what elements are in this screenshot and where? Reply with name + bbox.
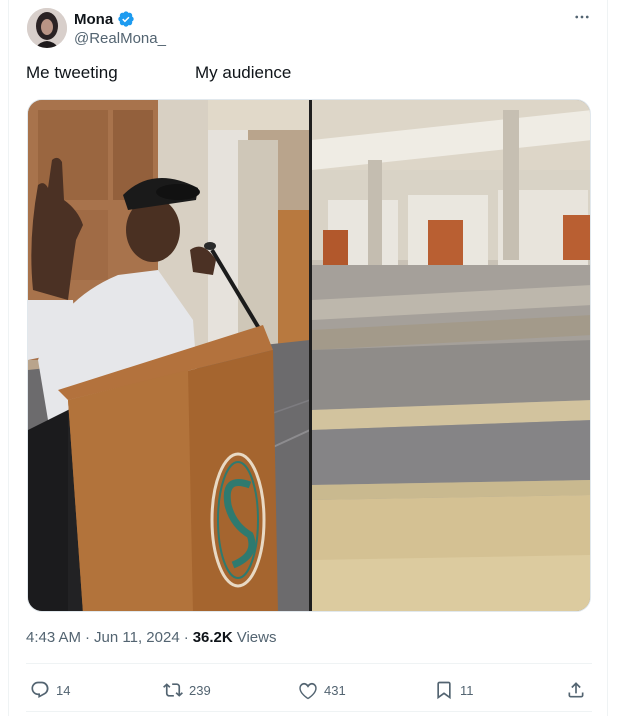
heart-icon: [299, 682, 317, 700]
verified-badge-icon: [117, 10, 135, 28]
left-photo-panel: [28, 100, 311, 611]
bookmark-button[interactable]: 11: [434, 678, 474, 702]
bookmark-icon: [437, 681, 451, 700]
action-bar: 14 239 431 11: [0, 678, 620, 702]
reply-count: 14: [56, 682, 71, 698]
tweet-time[interactable]: 4:43 AM: [26, 629, 81, 646]
repost-icon: [163, 683, 183, 697]
bookmark-count: 11: [460, 682, 474, 698]
share-button[interactable]: [566, 678, 586, 702]
meta-separator-2: ·: [183, 629, 189, 646]
reply-button[interactable]: 14: [30, 678, 70, 702]
repost-count: 239: [189, 682, 211, 698]
meta-separator: ·: [85, 629, 91, 646]
views-count: 36.2K: [192, 629, 233, 646]
divider-top: [26, 663, 592, 664]
share-icon: [568, 682, 584, 698]
repost-button[interactable]: 239: [163, 678, 211, 702]
tweet-caption-right: My audience: [195, 63, 292, 82]
reply-icon: [31, 681, 49, 699]
views-label: Views: [236, 629, 277, 646]
author-row[interactable]: Mona: [74, 9, 135, 29]
tweet-date[interactable]: Jun 11, 2024: [94, 629, 180, 646]
tweet-meta: 4:43 AM · Jun 11, 2024 · 36.2K Views: [26, 629, 276, 646]
right-photo-panel: [312, 100, 590, 611]
divider-bottom: [26, 711, 592, 712]
author-handle[interactable]: @RealMona_: [74, 30, 166, 47]
more-horizontal-icon[interactable]: [568, 6, 596, 28]
like-count: 431: [324, 682, 346, 698]
author-display-name[interactable]: Mona: [74, 11, 113, 28]
tweet-caption-left: Me tweeting: [26, 63, 118, 82]
like-button[interactable]: 431: [298, 678, 346, 702]
tweet-media-image[interactable]: [27, 99, 591, 612]
avatar[interactable]: [27, 8, 67, 48]
